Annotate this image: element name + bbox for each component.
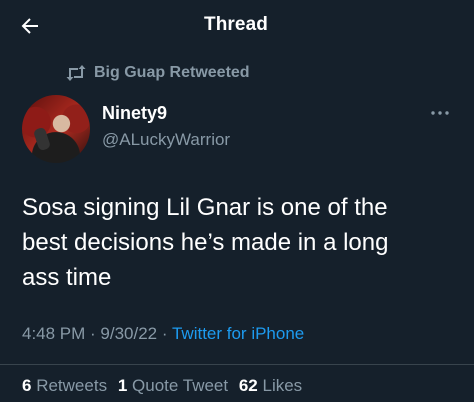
author-handle[interactable]: @ALuckyWarrior: [102, 130, 230, 150]
likes-label: Likes: [262, 376, 303, 395]
likes-stat[interactable]: 62 Likes: [239, 376, 302, 395]
likes-count: 62: [238, 376, 258, 395]
avatar[interactable]: [22, 95, 90, 163]
quote-tweets-stat[interactable]: 1 Quote Tweet: [118, 376, 228, 395]
tweet-time[interactable]: 4:48 PM: [22, 324, 85, 343]
tweet-meta: 4:48 PM · 9/30/22 · Twitter for iPhone: [22, 324, 304, 344]
page-title: Thread: [204, 14, 268, 35]
more-icon[interactable]: [428, 106, 452, 120]
arrow-left-icon[interactable]: [18, 14, 42, 38]
retweet-context[interactable]: Big Guap Retweeted: [64, 62, 250, 84]
tweet-text-line: Sosa signing Lil Gnar is one of the: [22, 194, 388, 221]
engagement-stats: 6 Retweets 1 Quote Tweet 62 Likes: [22, 376, 308, 396]
quote-tweets-label: Quote Tweet: [132, 376, 229, 395]
retweets-stat[interactable]: 6 Retweets: [22, 376, 107, 395]
retweeted-by-label: Big Guap Retweeted: [94, 64, 250, 81]
tweet-source-link[interactable]: Twitter for iPhone: [172, 324, 304, 343]
retweet-icon: [66, 65, 86, 81]
retweets-count: 6: [22, 376, 32, 395]
tweet-text: Sosa signing Lil Gnar is one of the best…: [22, 190, 452, 295]
tweet-date[interactable]: 9/30/22: [100, 324, 157, 343]
meta-separator: ·: [157, 324, 172, 343]
author-name[interactable]: Ninety9: [102, 103, 167, 124]
top-bar: Thread: [0, 0, 474, 50]
quote-tweets-count: 1: [117, 376, 128, 395]
tweet-text-line: ass time: [22, 264, 112, 291]
divider: [0, 364, 474, 365]
microphone-icon: [32, 126, 52, 152]
meta-separator: ·: [85, 324, 101, 343]
tweet-text-line: best decisions he’s made in a long: [22, 229, 389, 256]
retweets-label: Retweets: [36, 376, 108, 395]
